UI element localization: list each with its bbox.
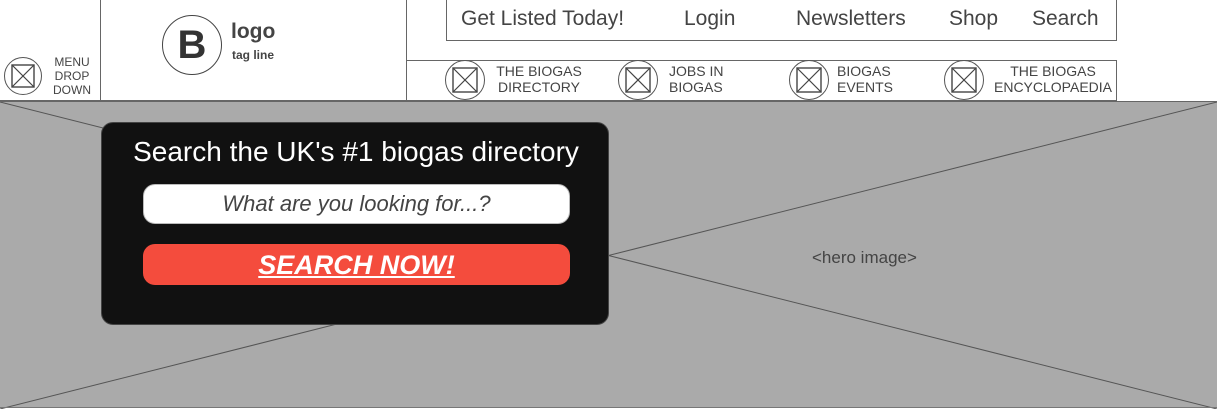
hero-label: <hero image> <box>812 248 917 267</box>
placeholder-icon <box>618 60 658 100</box>
section-label: DIRECTORY <box>498 79 580 95</box>
section-label: EVENTS <box>837 79 894 95</box>
section-label: ENCYCLOPAEDIA <box>994 79 1112 95</box>
nav-newsletters[interactable]: Newsletters <box>796 7 906 31</box>
nav-login[interactable]: Login <box>684 7 735 31</box>
search-card: Search the UK's #1 biogas directory SEAR… <box>101 122 609 325</box>
placeholder-icon <box>4 57 42 95</box>
logo-mark[interactable]: B <box>162 15 222 75</box>
nav-get-listed[interactable]: Get Listed Today! <box>461 7 624 31</box>
placeholder-icon <box>944 60 984 100</box>
section-label: THE BIOGAS <box>1010 63 1096 79</box>
divider <box>100 0 101 101</box>
menu-dropdown[interactable]: MENU DROP DOWN <box>0 50 100 100</box>
top-nav: Get Listed Today! Login Newsletters Shop… <box>446 0 1117 41</box>
section-label: JOBS IN <box>669 63 724 79</box>
placeholder-icon <box>445 60 485 100</box>
placeholder-icon <box>789 60 829 100</box>
section-label: BIOGAS <box>669 79 723 95</box>
section-nav: THE BIOGAS DIRECTORY JOBS IN BIOGAS BIOG… <box>406 60 1117 101</box>
menu-label: MENU DROP DOWN <box>53 55 91 97</box>
search-now-button[interactable]: SEARCH NOW! <box>143 244 570 285</box>
search-input[interactable] <box>143 184 570 224</box>
nav-shop[interactable]: Shop <box>949 7 998 31</box>
search-title: Search the UK's #1 biogas directory <box>133 136 579 167</box>
logo-title: logo <box>231 20 276 43</box>
section-label: BIOGAS <box>837 63 891 79</box>
tagline: tag line <box>232 48 275 62</box>
section-label: THE BIOGAS <box>496 63 582 79</box>
nav-search[interactable]: Search <box>1032 7 1099 31</box>
